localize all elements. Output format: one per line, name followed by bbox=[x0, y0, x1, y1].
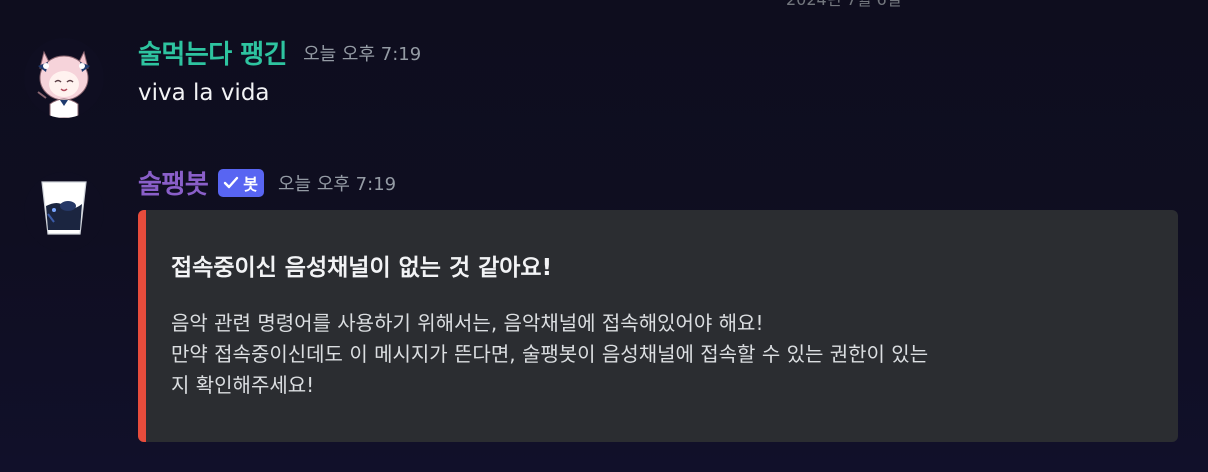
message-text: viva la vida bbox=[138, 80, 270, 106]
user-avatar[interactable] bbox=[24, 38, 104, 118]
embed-description-line: 만약 접속중이신데도 이 메시지가 뜬다면, 술팽봇이 음성채널에 접속할 수 … bbox=[171, 342, 929, 366]
embed-title: 접속중이신 음성채널이 없는 것 같아요! bbox=[171, 255, 553, 281]
bot-tag-label: 봇 bbox=[243, 174, 258, 194]
penguin-girl-avatar-icon bbox=[24, 38, 104, 118]
bot-tag-badge: 봇 bbox=[218, 168, 264, 197]
embed-description-line: 음악 관련 명령어를 사용하기 위해서는, 음악채널에 접속해있어야 해요! bbox=[171, 311, 764, 335]
date-divider-text: 2024년 7월 6일 bbox=[786, 0, 901, 10]
embed-accent-bar bbox=[138, 210, 146, 442]
username[interactable]: 술팽봇 bbox=[138, 164, 209, 201]
username[interactable]: 술먹는다 팽긴 bbox=[138, 34, 288, 71]
message-item: 술팽봇 봇 오늘 오후 7:19 접속중이신 음성채널이 없는 것 같아요! 음… bbox=[0, 162, 1208, 462]
glass-cup-avatar-icon bbox=[24, 172, 104, 252]
timestamp: 오늘 오후 7:19 bbox=[278, 173, 397, 195]
embed-description: 음악 관련 명령어를 사용하기 위해서는, 음악채널에 접속해있어야 해요! 만… bbox=[171, 308, 1161, 401]
embed-description-line: 지 확인해주세요! bbox=[171, 373, 315, 397]
message-item: 술먹는다 팽긴 오늘 오후 7:19 viva la vida bbox=[0, 30, 1208, 130]
message-embed: 접속중이신 음성채널이 없는 것 같아요! 음악 관련 명령어를 사용하기 위해… bbox=[138, 210, 1178, 442]
bot-avatar[interactable] bbox=[24, 172, 104, 252]
message-header: 술팽봇 봇 오늘 오후 7:19 bbox=[138, 164, 396, 201]
timestamp: 오늘 오후 7:19 bbox=[303, 43, 422, 65]
message-header: 술먹는다 팽긴 오늘 오후 7:19 bbox=[138, 34, 421, 71]
checkmark-icon bbox=[224, 176, 239, 188]
